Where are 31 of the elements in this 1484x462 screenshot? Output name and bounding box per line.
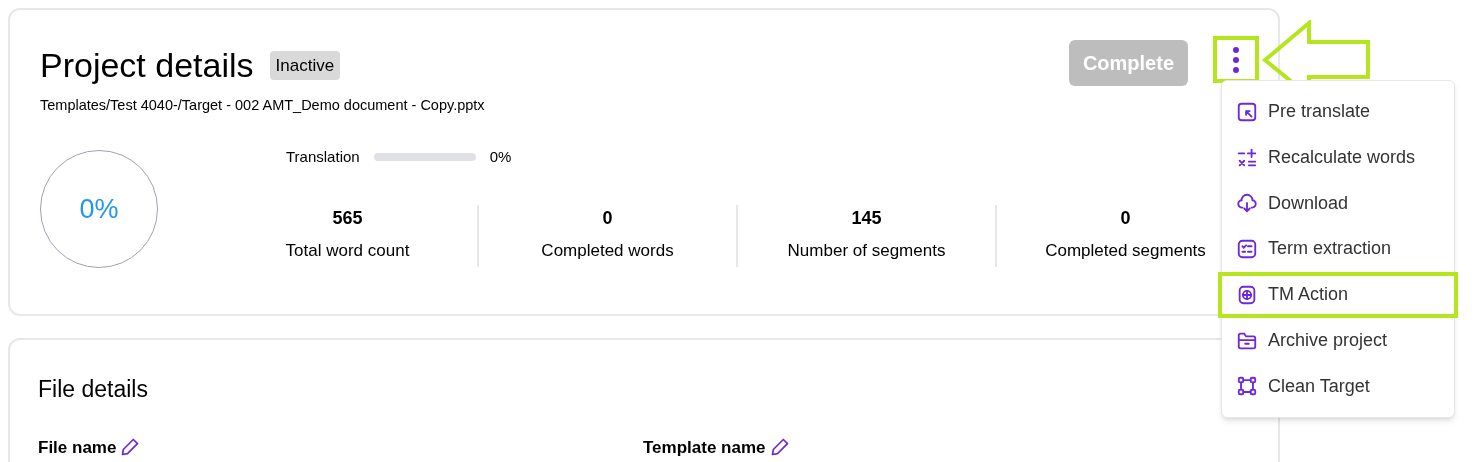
field-label: File name (38, 436, 117, 459)
stat-value: 565 (332, 206, 363, 230)
section-title: File details (38, 375, 148, 404)
stat-value: 0 (1120, 206, 1131, 230)
progress-label: Translation (286, 147, 360, 167)
menu-item[interactable]: TM Action (1218, 271, 1458, 318)
stat-label: Total word count (285, 239, 410, 262)
menu-item[interactable]: Clean Target (1222, 363, 1454, 410)
menu-item[interactable]: Pre translate (1222, 89, 1454, 135)
math-operators-icon (1236, 146, 1258, 169)
stat-label: Completed words (541, 239, 674, 262)
stat-label: Number of segments (787, 239, 946, 262)
status-badge: Inactive (269, 50, 341, 80)
cloud-download-icon (1236, 192, 1258, 215)
page-title: Project details (40, 45, 254, 86)
stat-value: 145 (851, 206, 882, 230)
file-path: Templates/Test 4040-/Target - 002 AMT_Demo document - Copy.pptx (40, 95, 486, 115)
field-label: Template name (643, 436, 766, 459)
stat-value: 0 (602, 206, 613, 230)
frame-corners-icon (1236, 375, 1258, 398)
progress-reading: 0% (489, 147, 512, 167)
pencil-icon[interactable] (769, 437, 790, 458)
arrow-box-icon (1236, 100, 1258, 123)
menu-item[interactable]: Download (1222, 180, 1454, 227)
pencil-icon[interactable] (120, 437, 141, 458)
checklist-icon (1236, 237, 1258, 260)
menu-item[interactable]: Recalculate words (1222, 134, 1454, 181)
menu-item[interactable]: Archive project (1222, 317, 1454, 364)
kebab-icon (1232, 45, 1240, 74)
menu-item[interactable]: Term extraction (1222, 226, 1454, 272)
stat-label: Completed segments (1045, 239, 1206, 262)
